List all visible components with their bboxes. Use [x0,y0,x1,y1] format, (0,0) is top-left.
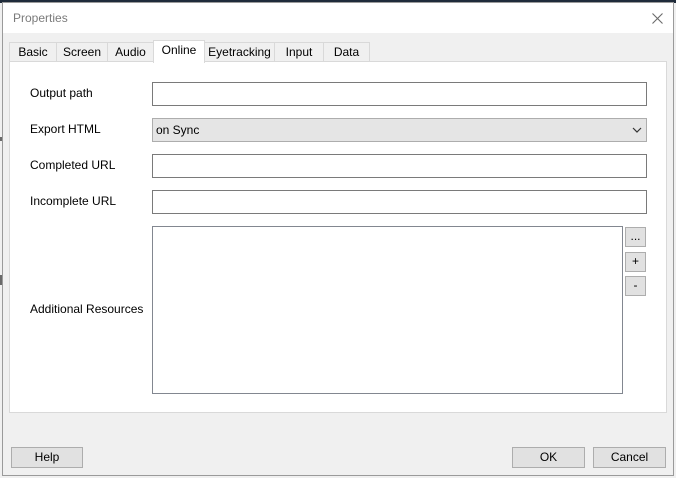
additional-resources-list[interactable] [152,226,623,394]
additional-resources-label: Additional Resources [30,302,144,316]
export-html-label: Export HTML [30,122,101,136]
incomplete-url-input[interactable] [152,190,647,214]
completed-url-label: Completed URL [30,158,116,172]
properties-dialog: Properties Basic Screen Audio Online Eye… [2,2,674,476]
output-path-label: Output path [30,86,93,100]
title-bar: Properties [3,3,673,33]
tab-input[interactable]: Input [274,42,324,62]
tab-data[interactable]: Data [323,42,370,62]
dialog-title: Properties [13,11,68,25]
cancel-button[interactable]: Cancel [593,447,666,468]
completed-url-input[interactable] [152,154,647,178]
incomplete-url-label: Incomplete URL [30,194,117,208]
export-html-select[interactable]: on Sync [152,118,647,142]
chevron-down-icon [632,127,642,133]
tab-audio[interactable]: Audio [107,42,154,62]
browse-resource-button[interactable]: ... [625,227,646,247]
add-resource-button[interactable]: + [625,252,646,272]
tab-online[interactable]: Online [153,40,205,63]
output-path-input[interactable] [152,82,647,106]
close-icon [651,12,663,24]
close-button[interactable] [645,6,669,30]
help-button[interactable]: Help [11,447,83,468]
tab-screen[interactable]: Screen [56,42,108,62]
ok-button[interactable]: OK [512,447,585,468]
remove-resource-button[interactable]: - [625,276,646,296]
export-html-selected-value: on Sync [156,123,200,137]
online-tab-panel: Output path Export HTML on Sync Complete… [9,61,667,413]
tab-eyetracking[interactable]: Eyetracking [204,42,275,62]
tab-basic[interactable]: Basic [9,42,57,62]
